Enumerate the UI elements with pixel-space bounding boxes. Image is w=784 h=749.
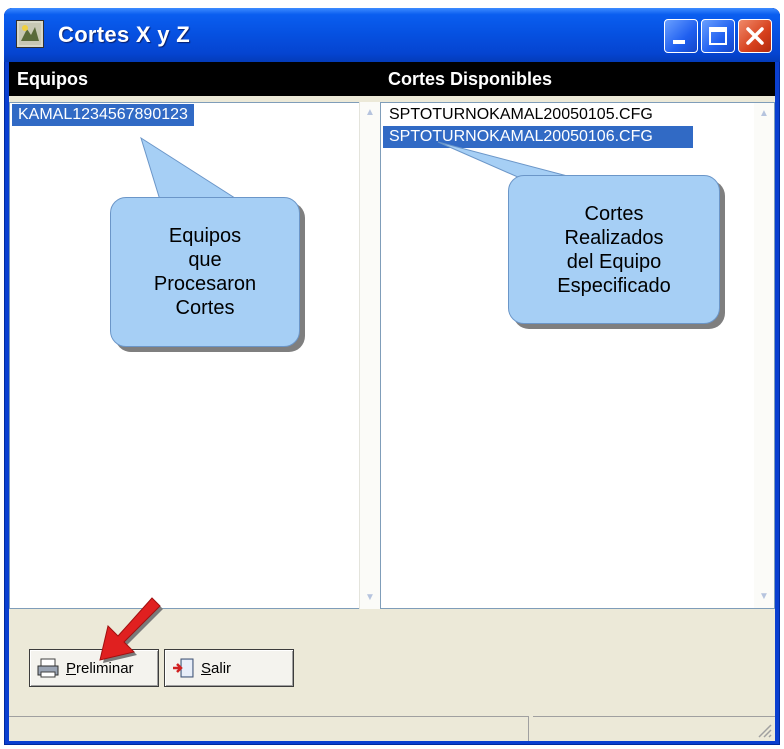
- callout-pointer-cortes: [437, 141, 576, 179]
- callout-line: del Equipo: [566, 250, 662, 273]
- callout-line: Equipos: [168, 225, 242, 247]
- callout-line: Realizados: [564, 226, 664, 249]
- callout-line: Especificado: [557, 274, 671, 297]
- callout-line: que: [188, 249, 222, 271]
- callout-pointer-equipos: [140, 136, 240, 201]
- red-arrow-icon: [99, 597, 163, 663]
- callout-equipos: Equipos que Procesaron Cortes: [110, 197, 300, 347]
- callout-line: Procesaron: [153, 273, 257, 295]
- callout-line: Cortes: [175, 297, 235, 319]
- callout-cortes: Cortes Realizados del Equipo Especificad…: [508, 175, 720, 324]
- callout-line: Cortes: [584, 202, 644, 225]
